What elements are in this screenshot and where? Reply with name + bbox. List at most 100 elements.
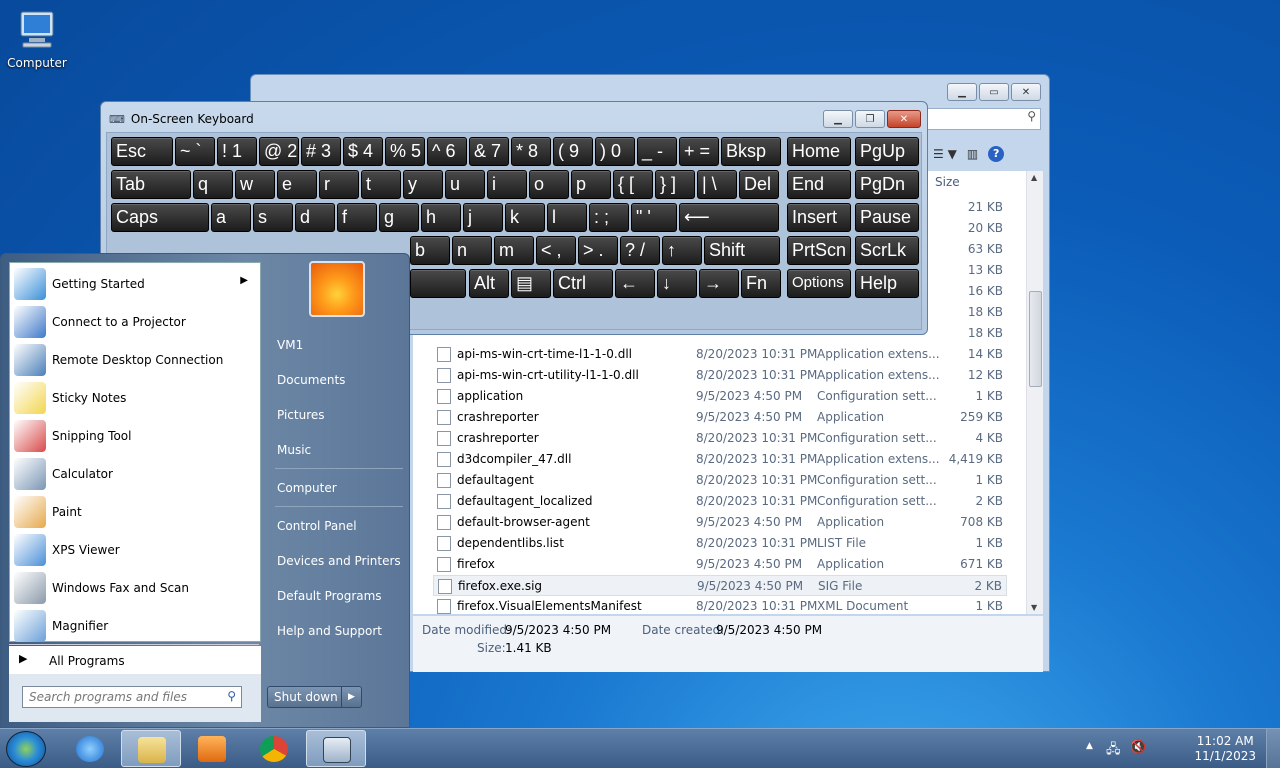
key-f[interactable]: f (337, 203, 377, 232)
scrollbar-thumb[interactable] (1029, 291, 1042, 387)
maximize-button[interactable]: ▭ (979, 83, 1009, 101)
key-bksp[interactable]: Bksp (721, 137, 781, 166)
file-row[interactable]: defaultagent_localized 8/20/2023 10:31 PM… (433, 491, 1007, 512)
key-caps[interactable]: Caps (111, 203, 209, 232)
key-b[interactable]: b (410, 236, 450, 265)
start-button[interactable] (6, 731, 46, 767)
key-symbol[interactable]: ▤ (511, 269, 551, 298)
key-q[interactable]: q (193, 170, 233, 199)
key-symbol[interactable]: ⟵ (679, 203, 779, 232)
key-a[interactable]: a (211, 203, 251, 232)
show-hidden-icons-icon[interactable]: ▲ (1086, 741, 1093, 751)
key-w[interactable]: w (235, 170, 275, 199)
key-symbol[interactable]: + = (679, 137, 719, 166)
key-k[interactable]: k (505, 203, 545, 232)
key-8[interactable]: * 8 (511, 137, 551, 166)
user-picture[interactable] (309, 261, 365, 317)
start-link-devices-and-printers[interactable]: Devices and Printers (277, 554, 401, 568)
key-pgup[interactable]: PgUp (855, 137, 919, 166)
vertical-scrollbar[interactable]: ▲ ▼ (1026, 171, 1043, 614)
taskbar-internet-explorer[interactable] (60, 730, 120, 767)
key-r[interactable]: r (319, 170, 359, 199)
key-shift[interactable]: Shift (704, 236, 780, 265)
key-symbol[interactable]: | \ (697, 170, 737, 199)
close-button[interactable]: ✕ (1011, 83, 1041, 101)
taskbar-chrome[interactable] (244, 730, 304, 767)
key-symbol[interactable]: < , (536, 236, 576, 265)
key-symbol[interactable]: > . (578, 236, 618, 265)
start-link-computer[interactable]: Computer (277, 481, 337, 495)
start-item-getting-started[interactable]: Getting Started ▶ (10, 265, 260, 303)
show-desktop-button[interactable] (1266, 729, 1280, 768)
network-icon[interactable]: 🖧 (1106, 740, 1121, 762)
shut-down-options-arrow[interactable]: ▶ (341, 687, 361, 707)
key-9[interactable]: ( 9 (553, 137, 593, 166)
key-n[interactable]: n (452, 236, 492, 265)
start-item-snipping-tool[interactable]: Snipping Tool (10, 417, 260, 455)
key-p[interactable]: p (571, 170, 611, 199)
file-row[interactable]: api-ms-win-crt-utility-l1-1-0.dll 8/20/20… (433, 365, 1007, 386)
key-symbol[interactable]: _ - (637, 137, 677, 166)
shut-down-button[interactable]: Shut down ▶ (267, 686, 362, 708)
start-search-input[interactable]: Search programs and files ⚲ (22, 686, 242, 708)
explorer-search-input[interactable]: ⚲ (927, 108, 1041, 130)
column-header-size[interactable]: Size (935, 175, 960, 189)
key-pause[interactable]: Pause (855, 203, 919, 232)
key-s[interactable]: s (253, 203, 293, 232)
key-home[interactable]: Home (787, 137, 851, 166)
key-fn[interactable]: Fn (741, 269, 781, 298)
scroll-down-icon[interactable]: ▼ (1031, 603, 1037, 612)
scroll-up-icon[interactable]: ▲ (1031, 173, 1037, 182)
preview-pane-icon[interactable]: ▥ (967, 147, 978, 161)
key-esc[interactable]: Esc (111, 137, 173, 166)
key-symbol[interactable]: ↑ (662, 236, 702, 265)
key-symbol[interactable]: ? / (620, 236, 660, 265)
file-row[interactable]: crashreporter 8/20/2023 10:31 PM Configura… (433, 428, 1007, 449)
restore-button[interactable]: ❐ (855, 110, 885, 128)
volume-muted-icon[interactable]: 🔇 (1130, 740, 1146, 755)
key-pgdn[interactable]: PgDn (855, 170, 919, 199)
start-link-music[interactable]: Music (277, 443, 311, 457)
file-row[interactable]: firefox.exe.sig 9/5/2023 4:50 PM SIG File 2… (433, 575, 1007, 596)
file-row[interactable]: application 9/5/2023 4:50 PM Configuration… (433, 386, 1007, 407)
key-i[interactable]: i (487, 170, 527, 199)
start-link-pictures[interactable]: Pictures (277, 408, 325, 422)
file-row[interactable]: d3dcompiler_47.dll 8/20/2023 10:31 PM Appl… (433, 449, 1007, 470)
key-7[interactable]: & 7 (469, 137, 509, 166)
key-3[interactable]: # 3 (301, 137, 341, 166)
file-row[interactable]: default-browser-agent 9/5/2023 4:50 PM App… (433, 512, 1007, 533)
start-item-remote-desktop-connection[interactable]: Remote Desktop Connection (10, 341, 260, 379)
key-y[interactable]: y (403, 170, 443, 199)
key-l[interactable]: l (547, 203, 587, 232)
key-ctrl[interactable]: Ctrl (553, 269, 613, 298)
key-alt[interactable]: Alt (469, 269, 509, 298)
key-0[interactable]: ) 0 (595, 137, 635, 166)
minimize-button[interactable]: ▁ (823, 110, 853, 128)
key-help[interactable]: Help (855, 269, 919, 298)
key-g[interactable]: g (379, 203, 419, 232)
file-row[interactable]: firefox 9/5/2023 4:50 PM Application 671 KB (433, 554, 1007, 575)
key-symbol[interactable]: } ] (655, 170, 695, 199)
start-item-paint[interactable]: Paint (10, 493, 260, 531)
key-t[interactable]: t (361, 170, 401, 199)
start-item-xps-viewer[interactable]: XPS Viewer (10, 531, 260, 569)
start-menu[interactable]: Getting Started ▶ Connect to a Projector Re… (0, 253, 410, 728)
key-blank[interactable] (410, 269, 466, 298)
file-row[interactable]: firefox.VisualElementsManifest 8/20/2023 … (433, 596, 1007, 614)
key-symbol[interactable]: → (699, 269, 739, 298)
file-row[interactable]: dependentlibs.list 8/20/2023 10:31 PM LIST… (433, 533, 1007, 554)
minimize-button[interactable]: ▁ (947, 83, 977, 101)
key-symbol[interactable]: ~ ` (175, 137, 215, 166)
key-e[interactable]: e (277, 170, 317, 199)
key-h[interactable]: h (421, 203, 461, 232)
start-link-default-programs[interactable]: Default Programs (277, 589, 382, 603)
key-symbol[interactable]: : ; (589, 203, 629, 232)
taskbar-windows-explorer[interactable] (121, 730, 181, 767)
key-6[interactable]: ^ 6 (427, 137, 467, 166)
start-link-help-and-support[interactable]: Help and Support (277, 624, 382, 638)
key-u[interactable]: u (445, 170, 485, 199)
start-item-magnifier[interactable]: Magnifier (10, 607, 260, 645)
key-2[interactable]: @ 2 (259, 137, 299, 166)
key-end[interactable]: End (787, 170, 851, 199)
clock[interactable]: 11:02 AM 11/1/2023 (1194, 734, 1256, 764)
